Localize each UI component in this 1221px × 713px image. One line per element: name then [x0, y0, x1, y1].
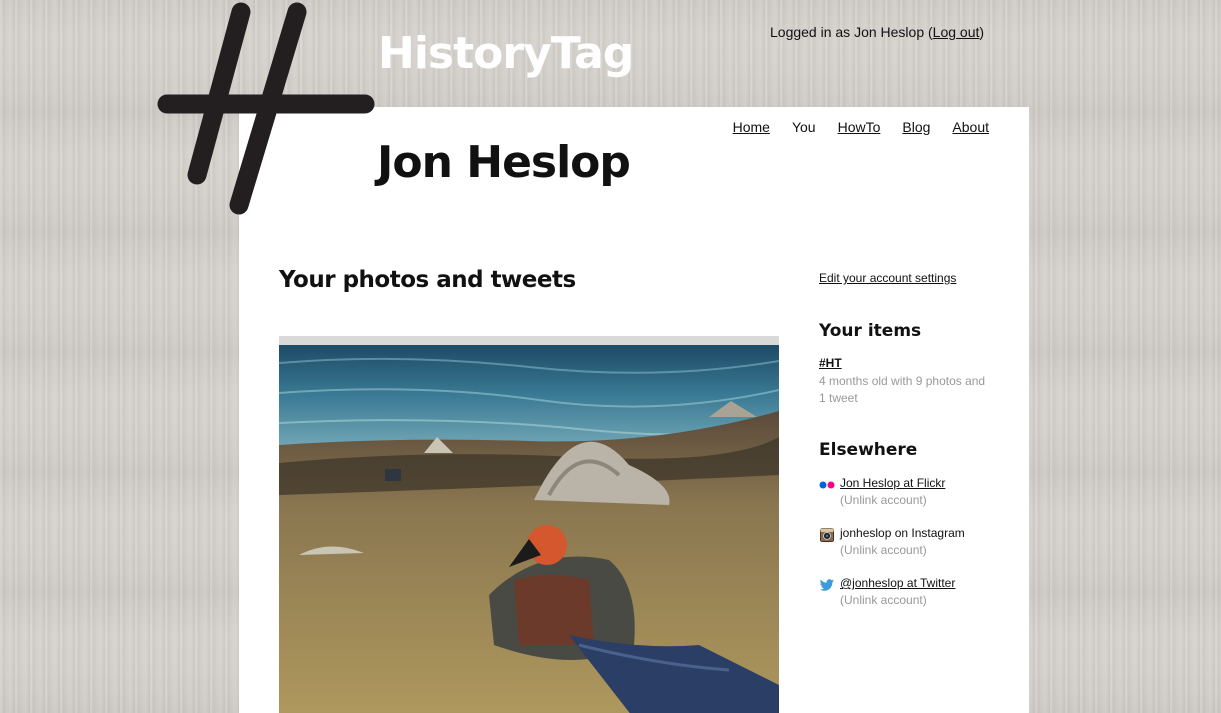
- twitter-icon: [819, 579, 834, 591]
- page-title: Jon Heslop: [377, 137, 631, 188]
- item-link[interactable]: #HT: [819, 356, 842, 370]
- account-link-flickr[interactable]: Jon Heslop at Flickr: [840, 476, 945, 490]
- nav-item-blog[interactable]: Blog: [902, 119, 930, 135]
- login-status-text: Logged in as Jon Heslop (: [770, 24, 933, 40]
- photo-card[interactable]: [279, 336, 779, 713]
- account-label-instagram: jonheslop on Instagram: [840, 526, 965, 540]
- photo-image[interactable]: [279, 345, 779, 713]
- site-title[interactable]: HistoryTag: [378, 28, 634, 79]
- instagram-icon: [820, 528, 834, 542]
- unlink-instagram[interactable]: (Unlink account): [840, 543, 927, 557]
- hashtag-logo-icon[interactable]: [155, 0, 380, 220]
- edit-settings-link[interactable]: Edit your account settings: [819, 271, 999, 285]
- nav-item-home[interactable]: Home: [733, 119, 770, 135]
- nav-item-about[interactable]: About: [952, 119, 989, 135]
- sidebar: Edit your account settings Your items #H…: [819, 271, 999, 607]
- logout-link[interactable]: Log out: [933, 24, 980, 40]
- section-heading: Your photos and tweets: [279, 267, 576, 293]
- nav-item-howto[interactable]: HowTo: [838, 119, 881, 135]
- flickr-icon: [819, 481, 835, 489]
- unlink-twitter[interactable]: (Unlink account): [840, 593, 927, 607]
- login-status-suffix: ): [979, 24, 985, 40]
- elsewhere-heading: Elsewhere: [819, 440, 918, 460]
- nav-item-you: You: [791, 119, 816, 135]
- main-nav: Home You HowTo Blog About: [711, 119, 989, 135]
- unlink-flickr[interactable]: (Unlink account): [840, 493, 927, 507]
- item-description: 4 months old with 9 photos and 1 tweet: [819, 374, 986, 405]
- login-status: Logged in as Jon Heslop (Log out): [770, 24, 984, 40]
- items-heading: Your items: [819, 321, 922, 341]
- account-link-twitter[interactable]: @jonheslop at Twitter: [840, 576, 955, 590]
